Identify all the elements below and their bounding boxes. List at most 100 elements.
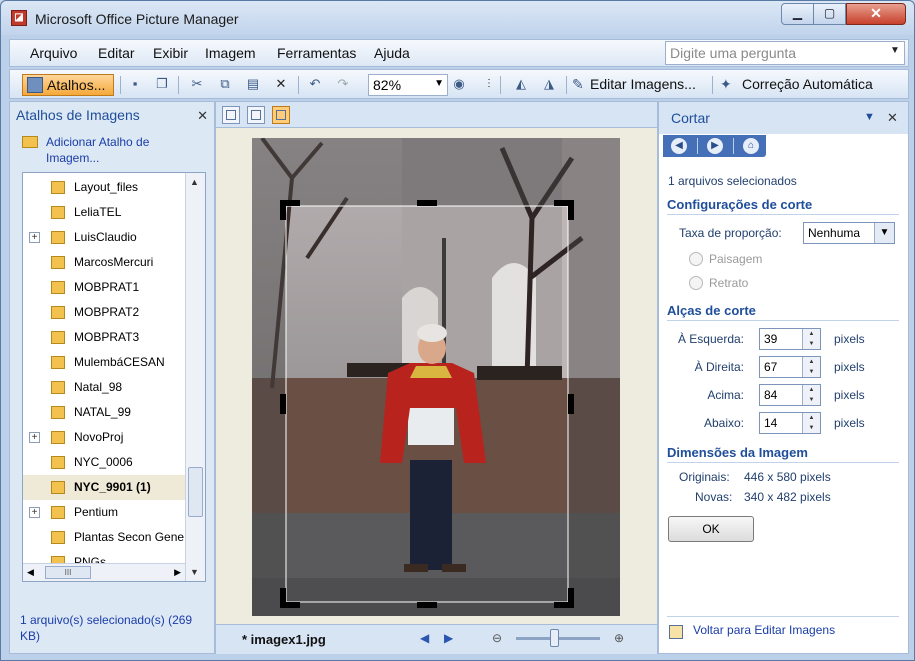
portrait-radio[interactable] bbox=[689, 276, 703, 290]
chevron-down-icon[interactable]: ▼ bbox=[874, 223, 894, 243]
spin-down-icon[interactable]: ▼ bbox=[803, 367, 820, 377]
single-picture-view-button[interactable] bbox=[272, 106, 290, 124]
folder-tree-item[interactable]: MOBPRAT3 bbox=[23, 325, 185, 350]
copy-icon[interactable]: ⧉ bbox=[214, 74, 236, 96]
zoom-in-icon[interactable]: ⊕ bbox=[614, 631, 624, 645]
scroll-up-icon[interactable]: ▲ bbox=[190, 177, 199, 187]
folder-label: Natal_98 bbox=[74, 380, 123, 394]
zoom-select[interactable]: 82% ▼ bbox=[368, 74, 448, 96]
spin-up-icon[interactable]: ▲ bbox=[803, 329, 820, 339]
zoom-slider-thumb[interactable] bbox=[550, 629, 559, 647]
expand-icon[interactable]: + bbox=[29, 432, 40, 443]
folder-tree-item[interactable]: LeliaTEL bbox=[23, 200, 185, 225]
menu-editar[interactable]: Editar bbox=[98, 45, 135, 61]
folder-tree[interactable]: Layout_files LeliaTEL + LuisClaudio MarcosMe… bbox=[22, 172, 206, 582]
folder-label: NATAL_99 bbox=[74, 405, 131, 419]
delete-icon[interactable]: ✕ bbox=[270, 74, 292, 96]
landscape-radio[interactable] bbox=[689, 252, 703, 266]
home-icon[interactable]: ⌂ bbox=[743, 138, 759, 154]
expand-icon[interactable]: + bbox=[29, 232, 40, 243]
folder-tree-item[interactable]: + LuisClaudio bbox=[23, 225, 185, 250]
folder-icon bbox=[51, 356, 65, 369]
zoom-out-icon[interactable]: ⊖ bbox=[492, 631, 502, 645]
help-icon[interactable]: ◉ bbox=[448, 74, 470, 96]
folder-tree-item[interactable]: MOBPRAT2 bbox=[23, 300, 185, 325]
toolbar-options-icon[interactable]: ⋮ bbox=[478, 74, 500, 96]
photo-canvas[interactable] bbox=[252, 138, 620, 616]
folder-tree-item[interactable]: Plantas Secon Gene bbox=[23, 525, 185, 550]
menu-arquivo[interactable]: Arquivo bbox=[30, 45, 77, 61]
aspect-ratio-select[interactable]: Nenhuma ▼ bbox=[803, 222, 895, 244]
folder-icon bbox=[51, 306, 65, 319]
next-image-icon[interactable]: ▶ bbox=[444, 631, 453, 645]
close-button[interactable]: ✕ bbox=[846, 3, 906, 25]
folder-tree-item[interactable]: MarcosMercuri bbox=[23, 250, 185, 275]
scroll-down-icon[interactable]: ▼ bbox=[190, 567, 199, 577]
spin-up-icon[interactable]: ▲ bbox=[803, 413, 820, 423]
folder-tree-item[interactable]: Layout_files bbox=[23, 175, 185, 200]
crop-handle-spinner[interactable]: 84 ▲ ▼ bbox=[759, 384, 821, 406]
folder-tree-item[interactable]: + NovoProj bbox=[23, 425, 185, 450]
auto-correct-button[interactable]: ✦ Correção Automática bbox=[720, 74, 873, 96]
crop-settings-heading: Configurações de corte bbox=[667, 197, 899, 215]
crop-handle-spinner[interactable]: 67 ▲ ▼ bbox=[759, 356, 821, 378]
new-size-value: 340 x 482 pixels bbox=[744, 490, 831, 504]
chevron-down-icon[interactable]: ▼ bbox=[864, 111, 875, 123]
scroll-thumb[interactable] bbox=[188, 467, 203, 517]
minimize-button[interactable]: ▁ bbox=[781, 3, 814, 25]
previous-image-icon[interactable]: ◀ bbox=[420, 631, 429, 645]
spin-up-icon[interactable]: ▲ bbox=[803, 385, 820, 395]
scroll-right-icon[interactable]: ▶ bbox=[174, 567, 181, 578]
spin-up-icon[interactable]: ▲ bbox=[803, 357, 820, 367]
crop-handle-spinner[interactable]: 39 ▲ ▼ bbox=[759, 328, 821, 350]
horizontal-scrollbar[interactable]: ◀ III ▶ bbox=[23, 563, 185, 581]
close-icon[interactable]: ✕ bbox=[197, 108, 208, 124]
shortcuts-button[interactable]: Atalhos... bbox=[22, 74, 114, 96]
chevron-down-icon[interactable]: ▼ bbox=[888, 45, 902, 61]
redo-icon[interactable]: ↷ bbox=[332, 74, 354, 96]
spin-down-icon[interactable]: ▼ bbox=[803, 339, 820, 349]
ask-question-box[interactable]: Digite uma pergunta ▼ bbox=[665, 41, 905, 65]
rotate-right-icon[interactable]: ◮ bbox=[538, 74, 560, 96]
back-icon[interactable]: ◀ bbox=[671, 138, 687, 154]
undo-icon[interactable]: ↶ bbox=[304, 74, 326, 96]
scroll-left-icon[interactable]: ◀ bbox=[27, 567, 34, 578]
menu-exibir[interactable]: Exibir bbox=[153, 45, 188, 61]
zoom-value: 82% bbox=[373, 77, 402, 93]
edit-images-button[interactable]: ✎ Editar Imagens... bbox=[572, 74, 696, 96]
selected-files-count: 1 arquivos selecionados bbox=[668, 174, 797, 188]
image-view: * imagex1.jpg ◀ ▶ ⊖ ⊕ bbox=[215, 101, 658, 654]
filmstrip-view-button[interactable] bbox=[247, 106, 265, 124]
maximize-button[interactable]: ▢ bbox=[813, 3, 846, 25]
folder-tree-item[interactable]: NATAL_99 bbox=[23, 400, 185, 425]
crop-handle-spinner[interactable]: 14 ▲ ▼ bbox=[759, 412, 821, 434]
folder-icon bbox=[22, 136, 38, 148]
vertical-scrollbar[interactable]: ▲ ▼ bbox=[185, 173, 205, 581]
paste-icon[interactable]: ▤ bbox=[242, 74, 264, 96]
expand-icon[interactable]: + bbox=[29, 507, 40, 518]
close-icon[interactable]: ✕ bbox=[887, 110, 898, 126]
rotate-left-icon[interactable]: ◭ bbox=[510, 74, 532, 96]
copy-to-icon[interactable]: ❐ bbox=[151, 74, 173, 96]
thumbnail-view-button[interactable] bbox=[222, 106, 240, 124]
forward-icon[interactable]: ▶ bbox=[707, 138, 723, 154]
menu-ajuda[interactable]: Ajuda bbox=[374, 45, 410, 61]
spin-down-icon[interactable]: ▼ bbox=[803, 395, 820, 405]
folder-tree-item[interactable]: MulembáCESAN bbox=[23, 350, 185, 375]
folder-tree-item[interactable]: NYC_0006 bbox=[23, 450, 185, 475]
folder-tree-item[interactable]: + Pentium bbox=[23, 500, 185, 525]
crop-handle-label: À Esquerda: bbox=[677, 332, 744, 346]
menu-imagem[interactable]: Imagem bbox=[205, 45, 256, 61]
save-icon[interactable]: ▪ bbox=[124, 74, 146, 96]
back-to-edit-images-link[interactable]: Voltar para Editar Imagens bbox=[693, 623, 835, 637]
cut-icon[interactable]: ✂ bbox=[186, 74, 208, 96]
chevron-down-icon[interactable]: ▼ bbox=[434, 78, 444, 89]
folder-tree-item[interactable]: MOBPRAT1 bbox=[23, 275, 185, 300]
folder-tree-item[interactable]: NYC_9901 (1) bbox=[23, 475, 185, 500]
folder-tree-item[interactable]: Natal_98 bbox=[23, 375, 185, 400]
ok-button[interactable]: OK bbox=[668, 516, 754, 542]
add-shortcut-link[interactable]: Adicionar Atalho de Imagem... bbox=[20, 134, 200, 166]
menu-ferramentas[interactable]: Ferramentas bbox=[277, 45, 356, 61]
spin-down-icon[interactable]: ▼ bbox=[803, 423, 820, 433]
scroll-thumb[interactable]: III bbox=[45, 566, 91, 579]
